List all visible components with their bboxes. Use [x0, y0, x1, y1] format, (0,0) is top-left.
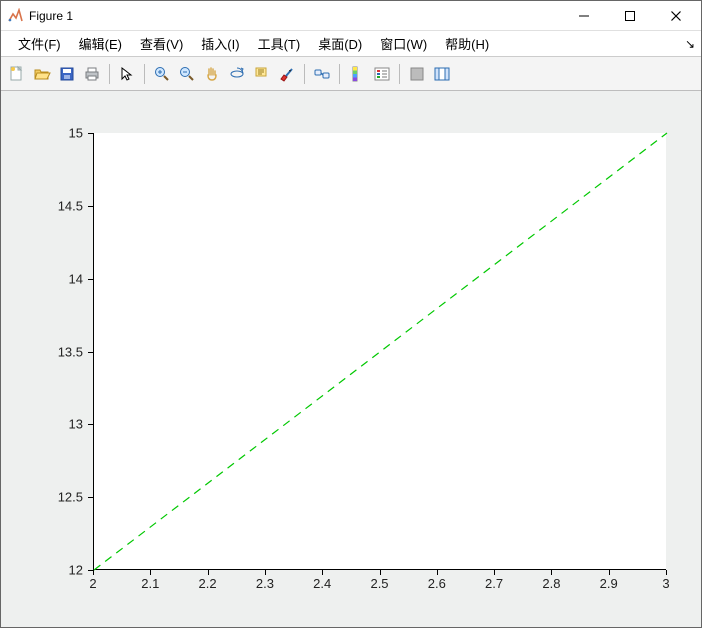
close-button[interactable]: [653, 1, 699, 31]
yticklabel: 13.5: [43, 344, 83, 359]
maximize-button[interactable]: [607, 1, 653, 31]
menu-tools[interactable]: 工具(T): [249, 31, 310, 56]
yticklabel: 12: [43, 563, 83, 578]
menubar: 文件(F) 编辑(E) 查看(V) 插入(I) 工具(T) 桌面(D) 窗口(W…: [1, 31, 701, 57]
colorbar-button[interactable]: [345, 62, 369, 86]
xticklabel: 2.4: [313, 576, 331, 591]
xticklabel: 2: [89, 576, 96, 591]
show-plot-tools-button[interactable]: [430, 62, 454, 86]
zoom-in-button[interactable]: [150, 62, 174, 86]
menu-file[interactable]: 文件(F): [9, 31, 70, 56]
xticklabel: 2.9: [600, 576, 618, 591]
toolbar-separator: [399, 64, 400, 84]
toolbar: [1, 57, 701, 91]
menu-insert[interactable]: 插入(I): [192, 31, 248, 56]
window-title: Figure 1: [29, 9, 561, 23]
ytick: [88, 206, 93, 207]
data-cursor-button[interactable]: [250, 62, 274, 86]
ytick: [88, 352, 93, 353]
link-plot-button[interactable]: [310, 62, 334, 86]
xticklabel: 2.2: [199, 576, 217, 591]
xtick: [380, 570, 381, 575]
xtick: [208, 570, 209, 575]
xtick: [150, 570, 151, 575]
xticklabel: 2.1: [141, 576, 159, 591]
xticklabel: 2.8: [542, 576, 560, 591]
xtick: [265, 570, 266, 575]
axes[interactable]: [93, 133, 666, 570]
menu-desktop[interactable]: 桌面(D): [309, 31, 371, 56]
rotate3d-button[interactable]: [225, 62, 249, 86]
brush-button[interactable]: [275, 62, 299, 86]
print-button[interactable]: [80, 62, 104, 86]
legend-button[interactable]: [370, 62, 394, 86]
new-figure-button[interactable]: [5, 62, 29, 86]
pin-icon[interactable]: ↘: [685, 37, 695, 51]
titlebar: Figure 1: [1, 1, 701, 31]
ytick: [88, 133, 93, 134]
minimize-button[interactable]: [561, 1, 607, 31]
toolbar-separator: [339, 64, 340, 84]
edit-pointer-button[interactable]: [115, 62, 139, 86]
xtick: [666, 570, 667, 575]
xtick: [322, 570, 323, 575]
figure-container: 2 2.1 2.2 2.3 2.4 2.5 2.6 2.7 2.8 2.9 3 12 12.5 13 13.…: [1, 91, 701, 627]
pan-button[interactable]: [200, 62, 224, 86]
ytick: [88, 424, 93, 425]
hide-plot-tools-button[interactable]: [405, 62, 429, 86]
toolbar-separator: [144, 64, 145, 84]
xtick: [609, 570, 610, 575]
matlab-icon: [7, 8, 23, 24]
menu-view[interactable]: 查看(V): [131, 31, 192, 56]
menu-help[interactable]: 帮助(H): [436, 31, 498, 56]
menu-window[interactable]: 窗口(W): [371, 31, 436, 56]
plot-line-svg: [94, 133, 667, 570]
data-line: [94, 133, 667, 570]
xticklabel: 2.7: [485, 576, 503, 591]
xtick: [494, 570, 495, 575]
zoom-out-button[interactable]: [175, 62, 199, 86]
xtick: [437, 570, 438, 575]
ytick: [88, 570, 93, 571]
yticklabel: 15: [43, 126, 83, 141]
ytick: [88, 497, 93, 498]
xticklabel: 2.6: [428, 576, 446, 591]
menu-edit[interactable]: 编辑(E): [70, 31, 131, 56]
xticklabel: 2.3: [256, 576, 274, 591]
xtick: [551, 570, 552, 575]
save-button[interactable]: [55, 62, 79, 86]
xtick: [93, 570, 94, 575]
toolbar-separator: [109, 64, 110, 84]
yticklabel: 14.5: [43, 198, 83, 213]
yticklabel: 14: [43, 271, 83, 286]
yticklabel: 12.5: [43, 490, 83, 505]
ytick: [88, 279, 93, 280]
xticklabel: 2.5: [370, 576, 388, 591]
toolbar-separator: [304, 64, 305, 84]
xticklabel: 3: [662, 576, 669, 591]
open-button[interactable]: [30, 62, 54, 86]
yticklabel: 13: [43, 417, 83, 432]
